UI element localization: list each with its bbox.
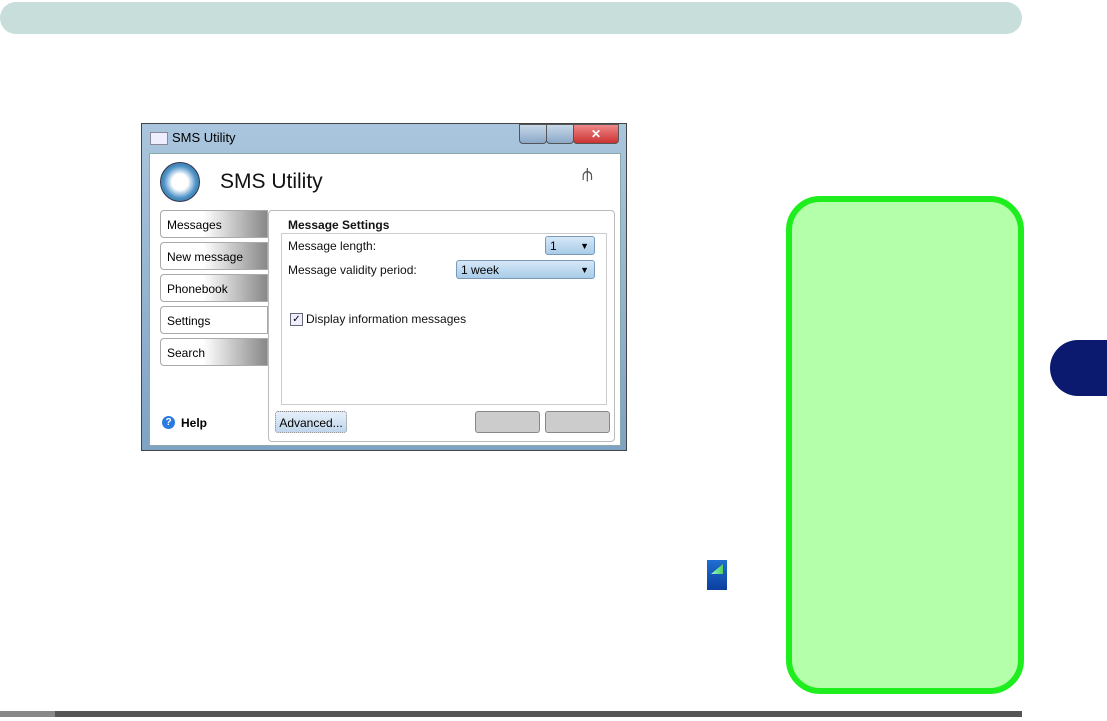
- message-length-label: Message length:: [288, 239, 377, 253]
- settings-panel: Message Settings Message length: 1 ▼ Mess…: [268, 210, 615, 442]
- maximize-button[interactable]: [546, 124, 574, 144]
- header-bar: [0, 2, 1022, 34]
- window-content: SMS Utility ⫛ Messages New message Phone…: [149, 153, 621, 446]
- message-length-select[interactable]: 1 ▼: [545, 236, 595, 255]
- wireless-manager-icon: [707, 560, 727, 590]
- close-button[interactable]: ✕: [573, 124, 619, 144]
- sms-logo-icon: [160, 162, 200, 202]
- footer-rule-accent: [0, 711, 55, 717]
- tab-phonebook[interactable]: Phonebook: [160, 274, 268, 302]
- chevron-down-icon: ▼: [580, 265, 589, 275]
- envelope-icon: [150, 132, 168, 145]
- display-info-checkbox[interactable]: ✓: [290, 313, 303, 326]
- minimize-button[interactable]: [519, 124, 547, 144]
- app-title: SMS Utility: [220, 170, 323, 193]
- signal-tower-icon: ⫛: [582, 164, 593, 184]
- advanced-button[interactable]: Advanced...: [275, 411, 347, 433]
- sms-utility-window: SMS Utility ✕ SMS Utility ⫛ Messages New…: [141, 123, 627, 451]
- help-icon[interactable]: ?: [162, 416, 175, 429]
- tab-new-message[interactable]: New message: [160, 242, 268, 270]
- message-length-value: 1: [550, 239, 557, 253]
- help-link[interactable]: Help: [181, 416, 207, 430]
- tab-settings[interactable]: Settings: [160, 306, 268, 334]
- chevron-down-icon: ▼: [580, 241, 589, 251]
- validity-period-select[interactable]: 1 week ▼: [456, 260, 595, 279]
- footer-rule: [0, 711, 1022, 717]
- validity-period-value: 1 week: [461, 263, 500, 277]
- window-title: SMS Utility: [172, 130, 236, 145]
- validity-period-label: Message validity period:: [288, 263, 417, 277]
- tab-search[interactable]: Search: [160, 338, 268, 366]
- display-info-label: Display information messages: [306, 312, 467, 326]
- disabled-button-1: [475, 411, 540, 433]
- chapter-tab: [1050, 340, 1107, 396]
- disabled-button-2: [545, 411, 610, 433]
- sidebar-note-box: [786, 196, 1024, 694]
- group-title: Message Settings: [286, 218, 392, 232]
- tab-messages[interactable]: Messages: [160, 210, 268, 238]
